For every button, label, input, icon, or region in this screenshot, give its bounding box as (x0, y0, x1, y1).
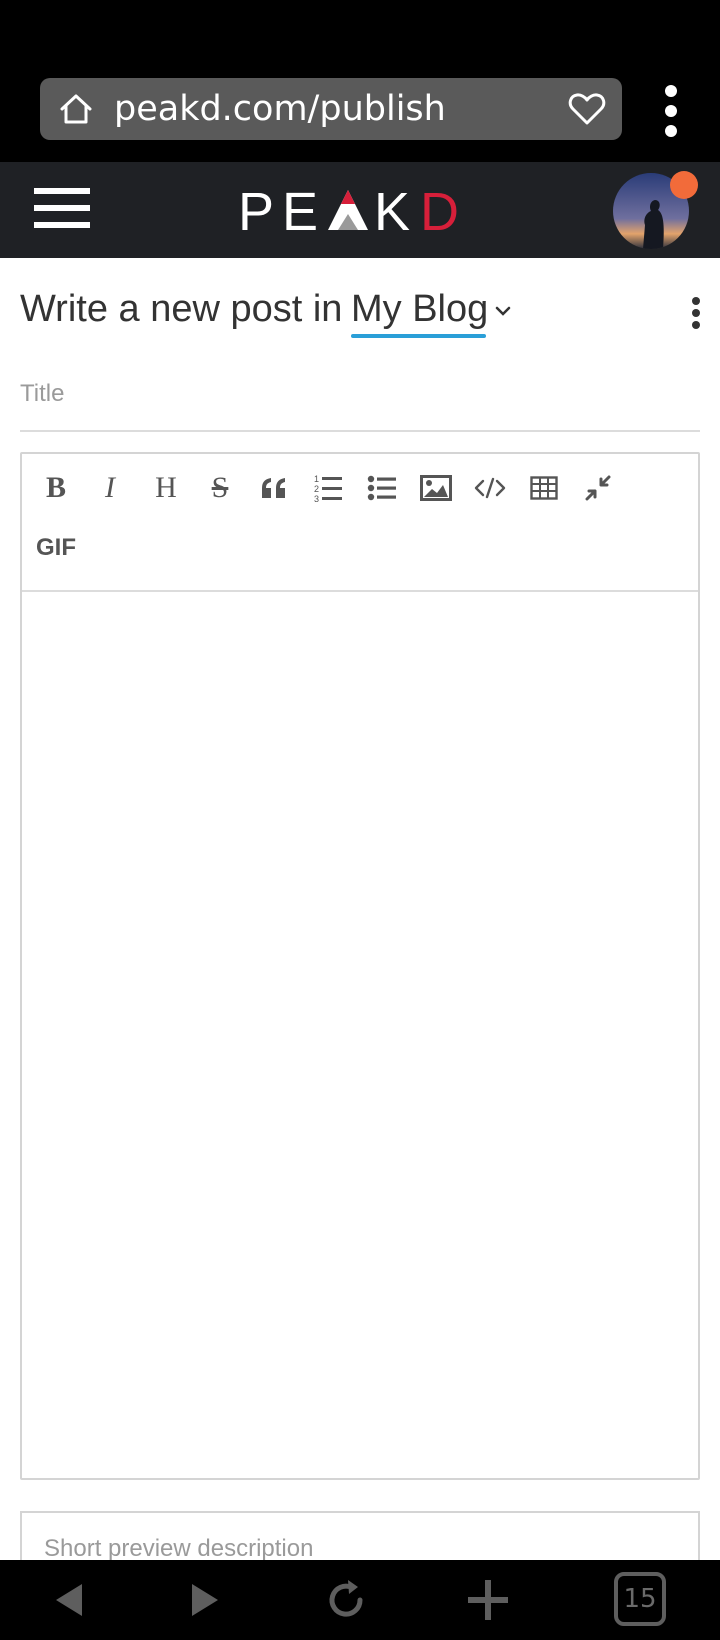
quote-icon (262, 478, 285, 498)
chevron-down-icon[interactable] (494, 304, 512, 318)
code-icon (474, 477, 506, 499)
tab-switcher[interactable]: 15 (614, 1572, 666, 1626)
table-icon (530, 476, 558, 500)
italic-icon: I (105, 471, 115, 504)
browser-bottom-nav: 15 (0, 1560, 720, 1640)
browser-menu-icon[interactable] (658, 84, 684, 138)
svg-text:1: 1 (314, 474, 319, 484)
blog-selector[interactable]: My Blog (351, 288, 488, 331)
ordered-list-button[interactable]: 1 2 3 (308, 468, 348, 508)
address-bar[interactable]: peakd.com/publish (40, 78, 622, 140)
logo-letter-p: P (238, 182, 274, 238)
page-heading: Write a new post in My Blog (20, 284, 700, 340)
strikethrough-button[interactable]: S (200, 468, 240, 508)
heading-button[interactable]: H (146, 468, 186, 508)
bold-button[interactable]: B (36, 468, 76, 508)
description-placeholder: Short preview description (44, 1535, 314, 1562)
fullscreen-toggle-button[interactable] (578, 468, 618, 508)
forward-icon[interactable] (180, 1576, 228, 1624)
status-bar (0, 0, 720, 70)
svg-text:3: 3 (314, 494, 319, 503)
image-button[interactable] (416, 468, 456, 508)
blog-selector-underline (351, 334, 486, 338)
logo-letter-e: E (282, 182, 318, 238)
browser-toolbar: peakd.com/publish (0, 70, 720, 162)
hamburger-menu-icon[interactable] (34, 186, 90, 230)
editor-toolbar: B I H S 1 2 3 GIF (22, 454, 698, 592)
reload-icon[interactable] (322, 1576, 370, 1624)
unordered-list-icon (367, 475, 396, 501)
logo-letter-d: D (420, 182, 459, 238)
strikethrough-icon: S (211, 471, 229, 504)
table-button[interactable] (524, 468, 564, 508)
home-icon[interactable] (58, 93, 94, 125)
title-placeholder: Title (20, 380, 65, 407)
code-button[interactable] (470, 468, 510, 508)
url-text[interactable]: peakd.com/publish (114, 78, 446, 140)
logo-letter-k: K (374, 182, 410, 238)
heading-prefix: Write a new post in (20, 288, 343, 330)
new-tab-icon[interactable] (464, 1576, 512, 1624)
bold-icon: B (45, 471, 66, 504)
logo-peak-mark (328, 190, 368, 230)
markdown-editor: B I H S 1 2 3 GIF (20, 452, 700, 1480)
post-body-textarea[interactable] (22, 592, 698, 1478)
notification-badge (670, 171, 698, 199)
shrink-icon (585, 475, 611, 501)
heading-icon: H (155, 471, 177, 504)
more-options-icon[interactable] (690, 296, 702, 330)
back-icon[interactable] (46, 1576, 94, 1624)
image-icon (420, 475, 452, 501)
app-header: P E K D (0, 162, 720, 258)
ordered-list-icon: 1 2 3 (314, 474, 342, 503)
heart-icon[interactable] (568, 92, 606, 126)
italic-button[interactable]: I (90, 468, 130, 508)
title-input[interactable] (20, 376, 700, 432)
quote-button[interactable] (254, 468, 294, 508)
peakd-logo[interactable]: P E K D (238, 180, 472, 238)
unordered-list-button[interactable] (362, 468, 402, 508)
gif-button[interactable]: GIF (36, 534, 76, 562)
svg-text:2: 2 (314, 484, 319, 494)
